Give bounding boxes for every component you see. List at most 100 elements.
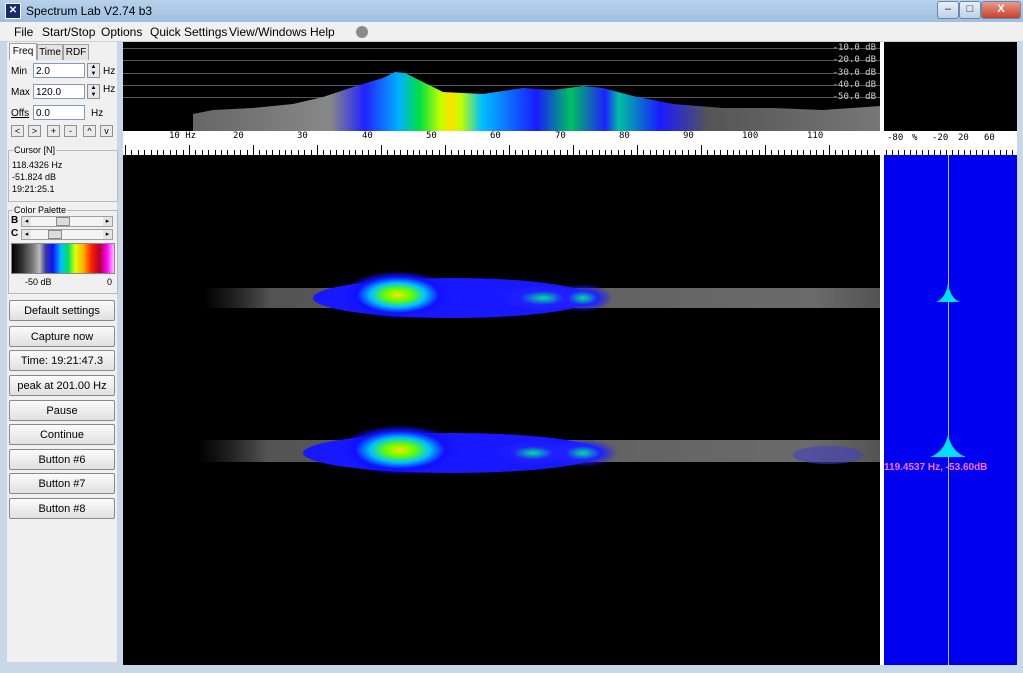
axis-tick-label: 60 — [490, 131, 501, 141]
contrast-thumb[interactable] — [48, 230, 62, 239]
min-unit-label: Hz — [103, 66, 116, 77]
capture-now-button[interactable]: Capture now — [9, 326, 115, 347]
title-bar: ✕ Spectrum Lab V2.74 b3 – □ X — [0, 0, 1023, 23]
window-title: Spectrum Lab V2.74 b3 — [26, 4, 153, 18]
menu-start-stop[interactable]: Start/Stop — [42, 25, 95, 39]
db-label: -30.0 dB — [832, 68, 876, 78]
contrast-label: C — [11, 228, 19, 239]
tab-freq[interactable]: Freq — [9, 43, 37, 60]
cursor-level: -51.824 dB — [12, 172, 57, 182]
contrast-left-arrow-icon[interactable]: ◂ — [22, 230, 31, 239]
max-spinner[interactable]: ▲ ▼ — [87, 84, 100, 99]
palette-min-label: -50 dB — [25, 277, 52, 287]
level-history-panel[interactable]: 119.4537 Hz, -53.60dB — [884, 155, 1017, 665]
axis-tick-label: 80 — [619, 131, 630, 141]
axis-tick-label: 90 — [683, 131, 694, 141]
brightness-left-arrow-icon[interactable]: ◂ — [22, 217, 31, 226]
app-icon[interactable]: ✕ — [5, 3, 21, 19]
pause-button[interactable]: Pause — [9, 400, 115, 421]
menu-quick-settings[interactable]: Quick Settings — [150, 25, 227, 39]
axis-tick — [509, 145, 510, 155]
right-axis-label: -80 — [887, 133, 904, 143]
minimize-button[interactable]: – — [937, 1, 959, 19]
record-indicator-icon[interactable] — [356, 26, 368, 38]
axis-tick — [765, 145, 766, 155]
db-label: -50.0 dB — [832, 92, 876, 102]
tab-rdf[interactable]: RDF — [63, 44, 89, 60]
axis-tick — [445, 145, 446, 155]
contrast-slider[interactable]: ◂ ▸ — [21, 229, 113, 240]
axis-tick-label: 30 — [297, 131, 308, 141]
spectrum-display[interactable]: -10.0 dB -20.0 dB -30.0 dB -40.0 dB -50.… — [123, 42, 880, 131]
cursor-group-title: Cursor [N] — [13, 145, 57, 155]
waterfall-display[interactable] — [123, 155, 880, 665]
peak-button[interactable]: peak at 201.00 Hz — [9, 375, 115, 396]
continue-button[interactable]: Continue — [9, 424, 115, 445]
axis-tick-label: 20 — [233, 131, 244, 141]
spectrum-curve — [193, 72, 880, 131]
level-peaks — [930, 283, 966, 457]
axis-tick-label: 50 — [426, 131, 437, 141]
scroll-left-button[interactable]: < — [11, 125, 24, 137]
axis-tick-label: 40 — [362, 131, 373, 141]
axis-tick — [125, 145, 126, 155]
color-palette-title: Color Palette — [13, 205, 68, 215]
window-bottom-border — [0, 665, 1023, 673]
brightness-label: B — [11, 215, 19, 226]
max-freq-field[interactable]: 120.0 — [33, 84, 85, 99]
axis-tick — [253, 145, 254, 155]
zoom-in-button[interactable]: + — [47, 125, 60, 137]
scroll-down-button[interactable]: v — [100, 125, 113, 137]
scroll-up-button[interactable]: ^ — [83, 125, 96, 137]
axis-tick — [829, 145, 830, 155]
zoom-out-button[interactable]: - — [64, 125, 77, 137]
peak-readout: 119.4537 Hz, -53.60dB — [884, 462, 988, 473]
axis-tick — [317, 145, 318, 155]
menu-file[interactable]: File — [14, 25, 33, 39]
axis-tick-label: 70 — [555, 131, 566, 141]
contrast-right-arrow-icon[interactable]: ▸ — [103, 230, 112, 239]
menu-options[interactable]: Options — [101, 25, 142, 39]
palette-max-label: 0 — [107, 277, 113, 287]
tab-time[interactable]: Time — [37, 44, 63, 60]
close-button[interactable]: X — [981, 1, 1021, 19]
brightness-slider[interactable]: ◂ ▸ — [21, 216, 113, 227]
min-spinner[interactable]: ▲ ▼ — [87, 63, 100, 78]
axis-hz-label: 10 Hz — [169, 131, 197, 141]
min-label: Min — [11, 66, 28, 77]
brightness-thumb[interactable] — [56, 217, 70, 226]
right-axis-label: % — [912, 133, 918, 143]
cursor-time: 19:21:25.1 — [12, 184, 55, 194]
button-7[interactable]: Button #7 — [9, 473, 115, 494]
menu-help[interactable]: Help — [310, 25, 335, 39]
right-axis-label: 60 — [984, 133, 995, 143]
axis-tick-label: 100 — [742, 131, 759, 141]
menu-view-windows[interactable]: View/Windows — [229, 25, 307, 39]
offset-field[interactable]: 0.0 — [33, 105, 85, 120]
axis-tick — [637, 145, 638, 155]
cursor-frequency: 118.4326 Hz — [12, 160, 63, 170]
axis-tick — [189, 145, 190, 155]
axis-tick — [573, 145, 574, 155]
max-unit-label: Hz — [103, 84, 116, 95]
button-6[interactable]: Button #6 — [9, 449, 115, 470]
right-level-axis[interactable]: -80 % -20 20 60 — [884, 131, 1017, 155]
maximize-button[interactable]: □ — [959, 1, 981, 19]
db-label: -40.0 dB — [832, 80, 876, 90]
brightness-right-arrow-icon[interactable]: ▸ — [103, 217, 112, 226]
max-label: Max — [11, 87, 30, 98]
min-freq-field[interactable]: 2.0 — [33, 63, 85, 78]
db-label: -10.0 dB — [832, 43, 876, 53]
color-palette-bar[interactable] — [11, 243, 115, 274]
offs-label: Offs — [11, 108, 30, 119]
right-axis-label: -20 — [932, 133, 949, 143]
waterfall-traces — [198, 271, 880, 475]
time-button[interactable]: Time: 19:21:47.3 — [9, 350, 115, 371]
left-control-panel: Freq Time RDF Min 2.0 ▲ ▼ Hz Max 120.0 ▲ ▼… — [7, 42, 118, 662]
scroll-right-button[interactable]: > — [28, 125, 41, 137]
axis-tick — [701, 145, 702, 155]
button-8[interactable]: Button #8 — [9, 498, 115, 519]
frequency-axis[interactable]: 10 Hz 20 30 40 50 60 70 80 90 100 110 — [123, 131, 880, 155]
db-label: -20.0 dB — [832, 55, 876, 65]
default-settings-button[interactable]: Default settings — [9, 300, 115, 321]
